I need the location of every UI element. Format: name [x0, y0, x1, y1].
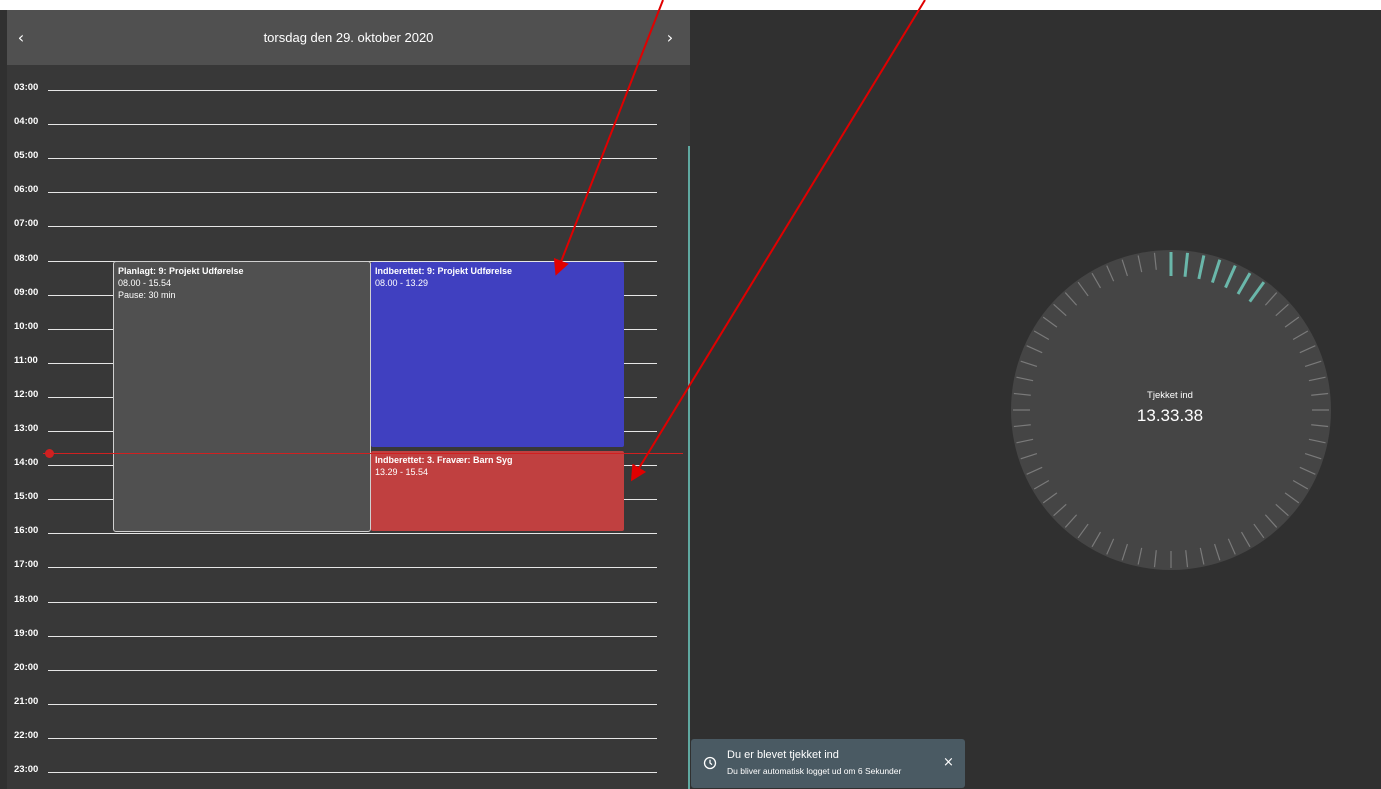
- toast-message: Du bliver automatisk logget ud om 6 Seku…: [727, 766, 902, 776]
- event-time: 13.29 - 15.54: [375, 467, 429, 477]
- hour-row: 07:00: [7, 216, 667, 236]
- hour-label: 22:00: [14, 729, 39, 741]
- hour-row: 21:00: [7, 694, 667, 714]
- hour-row: 20:00: [7, 660, 667, 680]
- hour-label: 08:00: [14, 252, 39, 264]
- current-time-line: [43, 453, 683, 454]
- hour-label: 12:00: [14, 388, 39, 400]
- hour-gridline: [48, 635, 657, 637]
- dial-label: Tjekket ind: [1147, 390, 1193, 401]
- hour-row: 22:00: [7, 728, 667, 748]
- hour-gridline: [48, 533, 657, 535]
- hour-label: 17:00: [14, 559, 39, 571]
- hour-row: 03:00: [7, 80, 667, 100]
- hour-row: 05:00: [7, 148, 667, 168]
- clock-icon: [703, 756, 717, 770]
- hour-label: 10:00: [14, 320, 39, 332]
- calendar-header: ‹ torsdag den 29. oktober 2020 ›: [7, 10, 690, 65]
- scrollbar[interactable]: [688, 146, 690, 789]
- hour-row: 06:00: [7, 182, 667, 202]
- event-time: 08.00 - 13.29: [375, 278, 429, 288]
- hour-row: 18:00: [7, 592, 667, 612]
- notification-toast: Du er blevet tjekket ind Du bliver autom…: [691, 739, 965, 788]
- hour-row: 23:00: [7, 762, 667, 782]
- hour-gridline: [48, 158, 657, 160]
- hour-label: 04:00: [14, 116, 39, 128]
- event-reported-absence[interactable]: Indberettet: 3. Fravær: Barn Syg 13.29 -…: [371, 451, 624, 531]
- hour-label: 15:00: [14, 491, 39, 503]
- hour-gridline: [48, 737, 657, 739]
- close-button[interactable]: ×: [943, 755, 954, 770]
- hour-gridline: [48, 669, 657, 671]
- toast-title: Du er blevet tjekket ind: [727, 749, 839, 761]
- dial-time: 13.33.38: [1136, 406, 1204, 425]
- calendar-date-title: torsdag den 29. oktober 2020: [263, 30, 434, 45]
- event-time: 08.00 - 15.54: [118, 278, 172, 288]
- hour-gridline: [48, 601, 657, 603]
- hour-label: 20:00: [14, 661, 39, 673]
- hour-label: 18:00: [14, 593, 39, 605]
- day-calendar: ‹ torsdag den 29. oktober 2020 › 03:00 04…: [7, 10, 690, 789]
- hour-label: 19:00: [14, 627, 39, 639]
- event-title: Indberettet: 9: Projekt Udførelse: [375, 266, 513, 276]
- hour-label: 21:00: [14, 695, 39, 707]
- event-planned[interactable]: Planlagt: 9: Projekt Udførelse 08.00 - 1…: [113, 261, 371, 532]
- hour-label: 11:00: [14, 354, 38, 366]
- next-day-button[interactable]: ›: [650, 10, 690, 65]
- event-pause: Pause: 30 min: [118, 290, 176, 300]
- hour-label: 13:00: [14, 423, 39, 434]
- hour-gridline: [48, 90, 657, 91]
- hour-row: 17:00: [7, 557, 667, 577]
- app-window: ‹ torsdag den 29. oktober 2020 › 03:00 04…: [0, 10, 1381, 789]
- hour-row: 19:00: [7, 626, 667, 646]
- hour-label: 05:00: [14, 150, 39, 162]
- hour-gridline: [48, 226, 657, 228]
- hour-label: 06:00: [14, 184, 39, 196]
- event-title: Planlagt: 9: Projekt Udførelse: [118, 266, 244, 276]
- event-reported-work[interactable]: Indberettet: 9: Projekt Udførelse 08.00 …: [371, 262, 624, 447]
- hour-gridline: [48, 124, 657, 126]
- hour-label: 23:00: [14, 764, 39, 775]
- hour-label: 09:00: [14, 286, 39, 298]
- hour-gridline: [48, 772, 657, 773]
- hour-gridline: [48, 192, 657, 194]
- event-title: Indberettet: 3. Fravær: Barn Syg: [375, 455, 513, 465]
- hour-label: 16:00: [14, 525, 39, 537]
- hour-row: 04:00: [7, 114, 667, 134]
- hour-gridline: [48, 703, 657, 705]
- hour-label: 14:00: [14, 457, 39, 469]
- hour-gridline: [48, 567, 657, 569]
- hour-label: 07:00: [14, 218, 39, 230]
- hour-label: 03:00: [14, 82, 39, 93]
